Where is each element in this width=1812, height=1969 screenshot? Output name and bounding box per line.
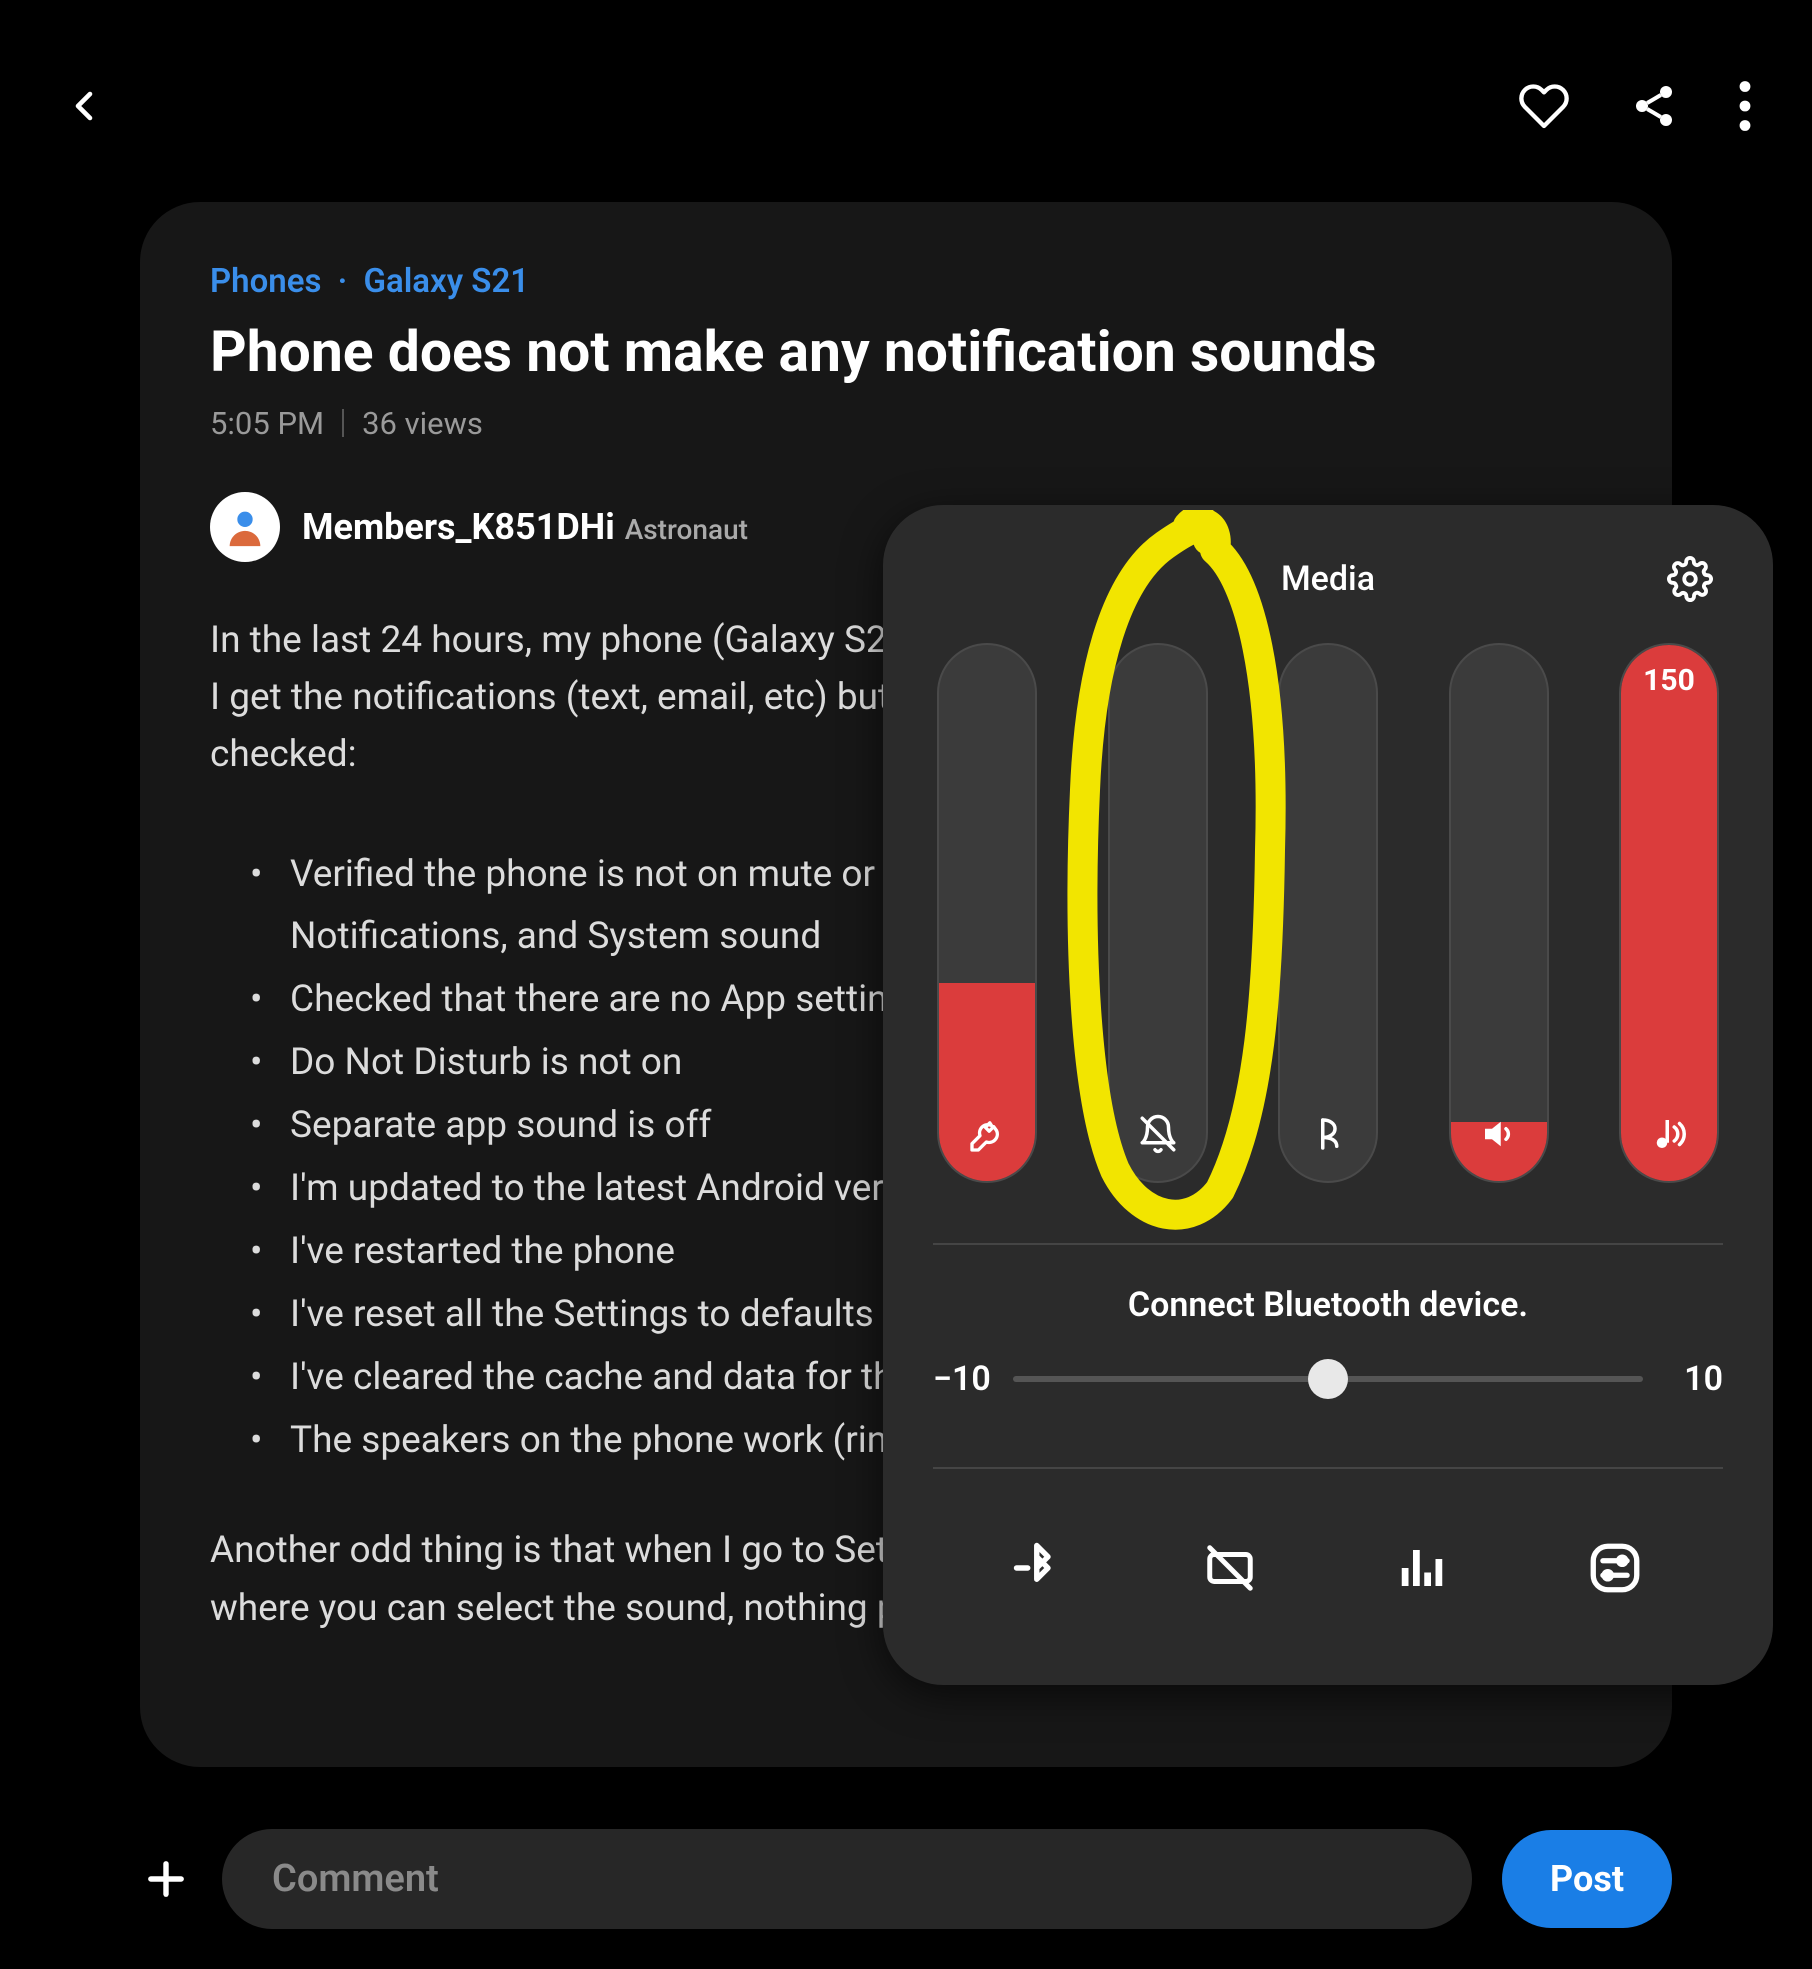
bell-off-icon (1137, 1113, 1179, 1159)
media-slider[interactable]: 150 (1619, 643, 1719, 1183)
more-menu-button[interactable] (1738, 80, 1752, 132)
top-bar (0, 0, 1812, 172)
volume-panel-title: Media (1281, 559, 1375, 599)
breadcrumbs[interactable]: Phones · Galaxy S21 (210, 262, 1602, 301)
post-title: Phone does not make any notification sou… (210, 319, 1602, 385)
caption-off-icon[interactable] (1203, 1541, 1257, 1595)
bluetooth-connect-label[interactable]: Connect Bluetooth device. (933, 1285, 1723, 1325)
bixby-icon (1307, 1113, 1349, 1159)
notification-slider[interactable] (1108, 643, 1208, 1183)
post-time: 5:05 PM (210, 405, 324, 442)
back-button[interactable] (60, 82, 108, 130)
balance-slider[interactable]: −10 10 (933, 1359, 1723, 1399)
media-value-badge: 150 (1643, 663, 1695, 698)
post-button[interactable]: Post (1502, 1830, 1672, 1928)
bixby-slider[interactable] (1278, 643, 1378, 1183)
media-fill (1621, 645, 1717, 1181)
breadcrumb-category[interactable]: Phones (210, 262, 321, 301)
balance-track[interactable] (1013, 1376, 1643, 1382)
volume-panel-header: Media (933, 555, 1723, 603)
comment-bar: Comment Post (140, 1829, 1672, 1929)
panel-bottom-icons (933, 1539, 1723, 1597)
breadcrumb-separator: · (338, 262, 348, 301)
add-attachment-button[interactable] (140, 1853, 192, 1905)
system-slider[interactable] (1449, 643, 1549, 1183)
volume-panel: Media (883, 505, 1773, 1685)
speaker-low-icon (1478, 1113, 1520, 1159)
share-button[interactable] (1630, 82, 1678, 130)
comment-input[interactable]: Comment (222, 1829, 1472, 1929)
ringtone-slider[interactable] (937, 643, 1037, 1183)
music-note-icon (1648, 1113, 1690, 1159)
panel-divider-1 (933, 1243, 1723, 1245)
author-rank: Astronaut (625, 513, 748, 546)
panel-divider-2 (933, 1467, 1723, 1469)
sound-settings-icon[interactable] (1586, 1539, 1644, 1597)
favorite-button[interactable] (1518, 80, 1570, 132)
volume-sliders: 150 (933, 643, 1723, 1183)
bluetooth-connect-icon[interactable] (1012, 1541, 1066, 1595)
settings-icon[interactable] (1667, 556, 1713, 602)
meta-separator (342, 409, 344, 437)
author-name: Members_K851DHi (302, 506, 615, 548)
top-actions (1518, 80, 1752, 132)
balance-thumb[interactable] (1308, 1359, 1348, 1399)
equalizer-icon[interactable] (1395, 1541, 1449, 1595)
comment-placeholder: Comment (272, 1857, 439, 1901)
breadcrumb-subcategory[interactable]: Galaxy S21 (364, 262, 530, 301)
post-views: 36 views (362, 405, 483, 442)
balance-min: −10 (933, 1359, 993, 1399)
post-meta: 5:05 PM 36 views (210, 405, 1602, 442)
avatar[interactable] (210, 492, 280, 562)
balance-max: 10 (1663, 1359, 1723, 1399)
author-info: Members_K851DHi Astronaut (302, 506, 748, 548)
wrench-icon (967, 1115, 1007, 1159)
